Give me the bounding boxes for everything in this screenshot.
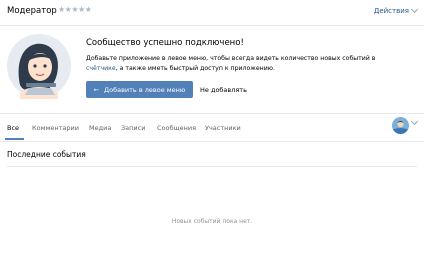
events-heading: Последние события (7, 150, 86, 159)
tab-media[interactable]: Медиа (89, 124, 111, 132)
empty-state-text: Новых событий пока нет. (171, 218, 253, 225)
chevron-down-icon (410, 5, 419, 14)
moderator-illustration (7, 34, 71, 99)
actions-menu-button[interactable]: Действия (373, 5, 419, 15)
do-not-add-button[interactable]: Не добавлять (200, 86, 247, 94)
top-bar: Модератор ★★★★★ Действия (0, 0, 424, 26)
app-title: Модератор (7, 6, 57, 16)
notice-desc-part2: , а также иметь быстрый доступ к приложе… (115, 64, 275, 72)
tab-all[interactable]: Все (7, 124, 19, 132)
connected-banner: Сообщество успешно подключено! Добавьте … (0, 26, 424, 112)
add-to-left-menu-button[interactable]: ← Добавить в левое меню (86, 81, 193, 98)
chevron-down-icon[interactable] (410, 117, 419, 126)
tab-comments[interactable]: Комментарии (32, 124, 79, 132)
tab-members[interactable]: Участники (205, 124, 241, 132)
notice-title: Сообщество успешно подключено! (86, 38, 244, 48)
notice-description: Добавьте приложение в левое меню, чтобы … (86, 54, 376, 73)
actions-label: Действия (373, 7, 409, 15)
add-button-label: Добавить в левое меню (104, 85, 186, 94)
group-avatar[interactable] (392, 117, 409, 134)
tab-messages[interactable]: Сообщения (157, 124, 196, 132)
counter-link[interactable]: счётчике (86, 65, 116, 72)
divider (7, 166, 417, 167)
rating-stars: ★★★★★ (58, 5, 92, 14)
notice-desc-part1: Добавьте приложение в левое меню, чтобы … (86, 55, 376, 62)
arrow-left-icon: ← (93, 85, 100, 94)
tab-bar: Все Комментарии Медиа Записи Сообщения У… (0, 113, 424, 142)
tab-posts[interactable]: Записи (121, 124, 145, 132)
active-tab-indicator (5, 138, 24, 140)
